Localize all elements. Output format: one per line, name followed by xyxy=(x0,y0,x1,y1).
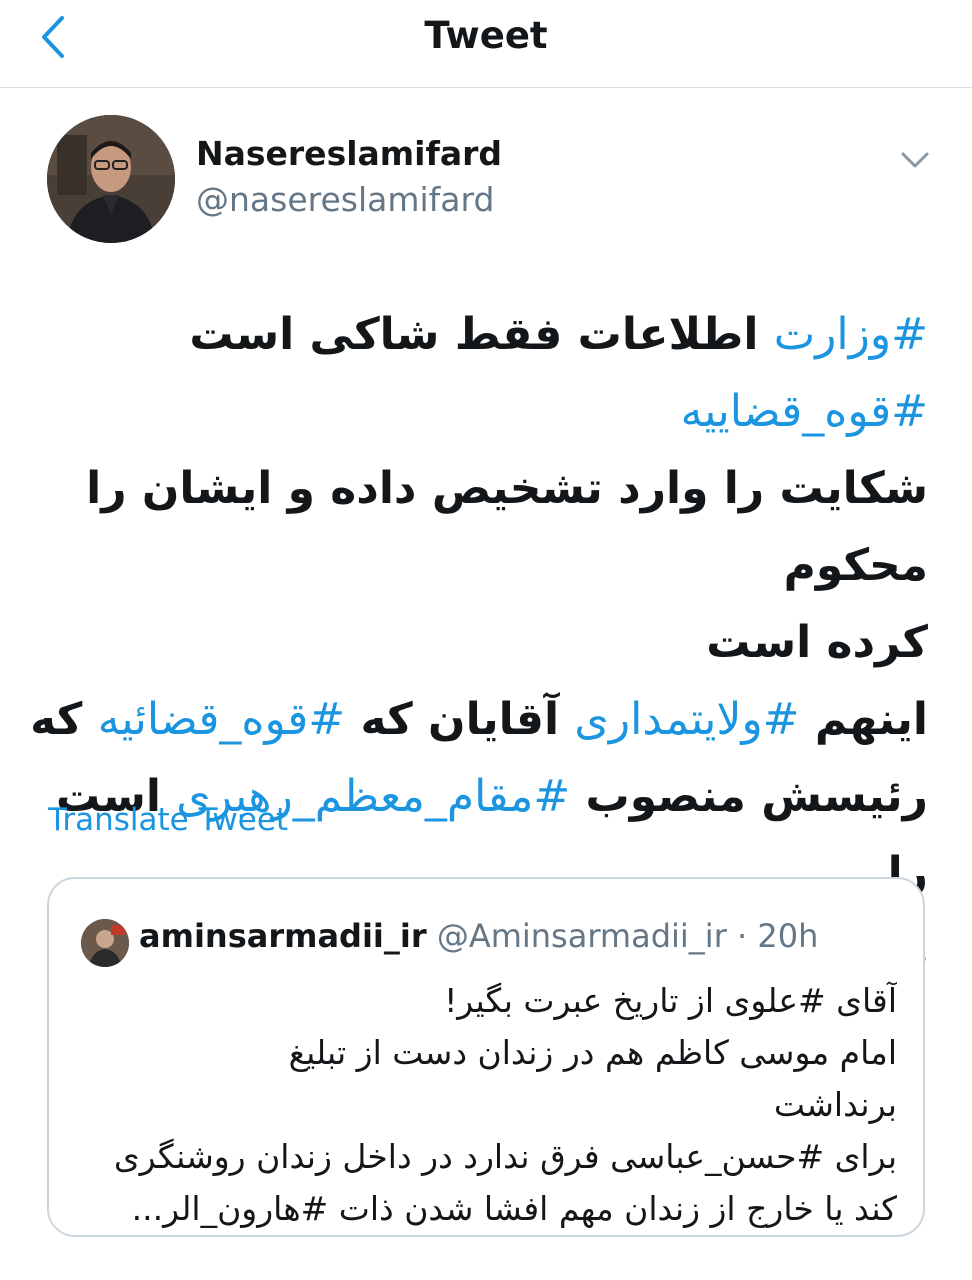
tweet-text-line: کرده است xyxy=(30,604,928,681)
tweet-text-line: #وزارت اطلاعات فقط شاکی است #قوه_قضاییه xyxy=(30,296,928,450)
author-display-name[interactable]: Nasereslamifard xyxy=(196,134,502,173)
tweet-text-segment: اینهم xyxy=(799,694,928,745)
tweet-text-segment: کرده است xyxy=(706,617,928,668)
translate-tweet-link[interactable]: Translate Tweet xyxy=(48,802,288,838)
author-avatar[interactable] xyxy=(47,115,175,243)
hashtag-link[interactable]: #قوه_قضائیه xyxy=(98,694,345,745)
quoted-text-line: برنداشت xyxy=(773,1085,897,1124)
tweet-text-segment: اطلاعات فقط شاکی است xyxy=(189,309,774,360)
quoted-text-line: برای #حسن_عباسی فرق ندارد در داخل زندان … xyxy=(113,1137,897,1176)
quoted-author-name: aminsarmadii_ir xyxy=(139,917,427,955)
author-avatar-image xyxy=(47,115,175,243)
hashtag-link[interactable]: #ولایتمداری xyxy=(574,694,799,745)
quoted-author-avatar xyxy=(81,919,129,967)
page-title: Tweet xyxy=(424,14,548,57)
tweet-text-segment: که xyxy=(30,694,98,745)
tweet-text-line: اینهم #ولایتمداری آقایان که #قوه_قضائیه … xyxy=(30,681,928,758)
quoted-tweet-card[interactable]: aminsarmadii_ir @Aminsarmadii_ir · 20h آ… xyxy=(47,877,925,1237)
tweet-text-line: شکایت را وارد تشخیص داده و ایشان را محکو… xyxy=(30,450,928,604)
author-handle[interactable]: @nasereslamifard xyxy=(196,180,494,219)
tweet-text-segment: رئیسش منصوب xyxy=(570,771,928,822)
quoted-text-line: امام موسی کاظم هم در زندان دست از تبلیغ xyxy=(288,1033,897,1072)
chevron-down-icon xyxy=(901,152,929,168)
quoted-header: aminsarmadii_ir @Aminsarmadii_ir · 20h xyxy=(139,917,818,955)
top-bar: Tweet xyxy=(0,0,972,88)
quoted-text: آقای #علوی از تاریخ عبرت بگیر! امام موسی … xyxy=(79,975,897,1235)
more-options-button[interactable] xyxy=(893,140,937,180)
quoted-handle-time: @Aminsarmadii_ir · 20h xyxy=(426,917,819,955)
hashtag-link[interactable]: #وزارت xyxy=(774,309,928,360)
tweet-text-segment: آقایان که xyxy=(345,694,575,745)
quoted-text-line: آقای #علوی از تاریخ عبرت بگیر! xyxy=(444,981,897,1020)
hashtag-link[interactable]: #قوه_قضاییه xyxy=(681,386,928,437)
quoted-avatar-image xyxy=(81,919,129,967)
quoted-text-line: کند یا خارج از زندان مهم افشا شدن ذات #ه… xyxy=(131,1189,897,1228)
tweet-text-segment: شکایت را وارد تشخیص داده و ایشان را محکو… xyxy=(86,463,928,591)
